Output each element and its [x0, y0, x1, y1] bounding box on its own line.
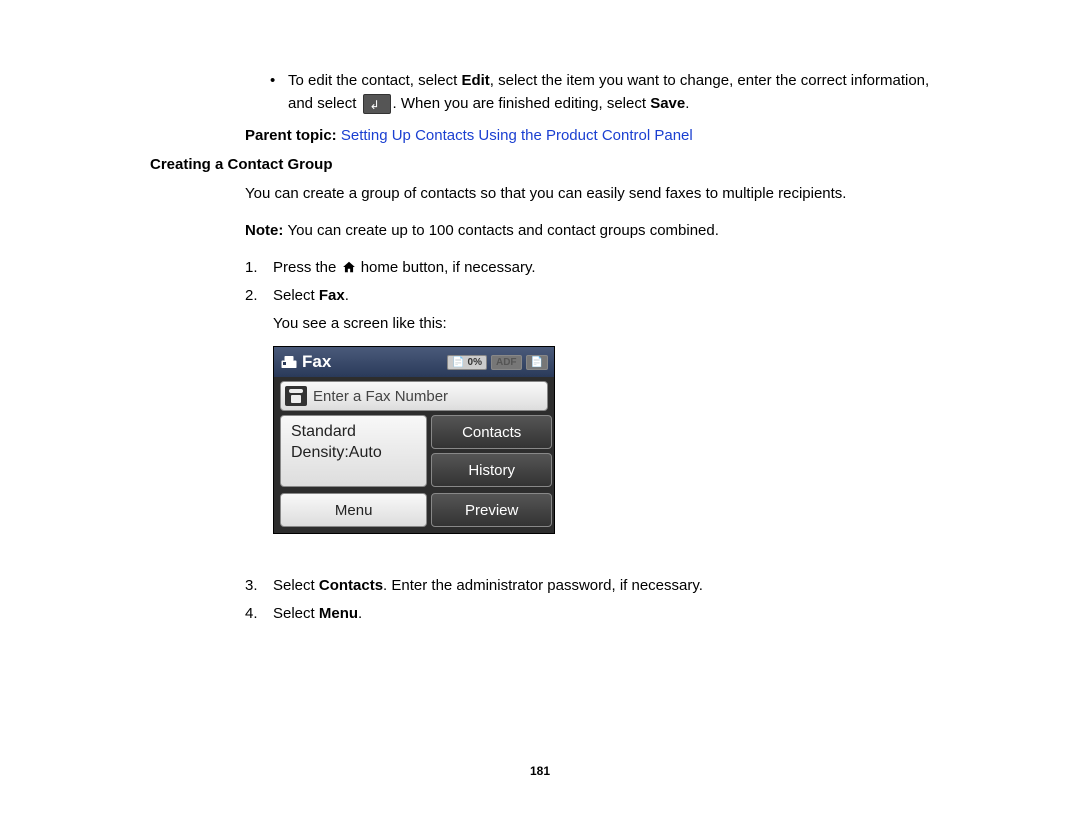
step1-before: Press the	[273, 259, 341, 276]
edit-label: Edit	[461, 72, 489, 89]
step4-before: Select	[273, 605, 319, 622]
page-number: 181	[0, 764, 1080, 778]
step3-after: . Enter the administrator password, if n…	[383, 577, 703, 594]
step-2: 2. Select Fax.	[245, 284, 930, 308]
settings-panel[interactable]: Standard Density:Auto	[280, 415, 427, 487]
settings-line2: Density:Auto	[291, 443, 382, 464]
status-badge: 📄 0%	[447, 355, 487, 370]
phone-icon	[285, 386, 307, 406]
settings-line1: Standard	[291, 422, 356, 443]
step-num: 4.	[245, 602, 258, 626]
extra-badge: 📄	[526, 355, 548, 370]
enter-icon: ↲	[363, 94, 391, 114]
step4-bold: Menu	[319, 605, 358, 622]
adf-badge: ADF	[491, 355, 522, 370]
history-button[interactable]: History	[431, 453, 552, 487]
note-text: You can create up to 100 contacts and co…	[288, 222, 719, 239]
contacts-button[interactable]: Contacts	[431, 415, 552, 449]
fax-number-placeholder: Enter a Fax Number	[313, 388, 448, 405]
parent-topic: Parent topic: Setting Up Contacts Using …	[245, 127, 930, 144]
step-num: 2.	[245, 284, 258, 308]
step4-after: .	[358, 605, 362, 622]
bullet-period: .	[685, 95, 689, 112]
fax-screen: Fax 📄 0% ADF 📄 Enter a Fax Number Standa…	[273, 346, 555, 534]
fax-title: Fax	[302, 352, 443, 372]
note-paragraph: Note: You can create up to 100 contacts …	[245, 220, 930, 243]
step3-before: Select	[273, 577, 319, 594]
step-3: 3. Select Contacts. Enter the administra…	[245, 574, 930, 598]
parent-topic-link[interactable]: Setting Up Contacts Using the Product Co…	[341, 127, 693, 144]
step2-bold: Fax	[319, 287, 345, 304]
save-label: Save	[650, 95, 685, 112]
bullet-edit-contact: To edit the contact, select Edit, select…	[270, 70, 930, 115]
note-label: Note:	[245, 222, 288, 239]
home-icon	[342, 258, 356, 272]
fax-header: Fax 📄 0% ADF 📄	[274, 347, 554, 377]
bullet-text: To edit the contact, select	[288, 72, 461, 89]
intro-paragraph: You can create a group of contacts so th…	[245, 183, 930, 206]
parent-topic-label: Parent topic:	[245, 127, 341, 144]
step2-after: .	[345, 287, 349, 304]
step-1: 1. Press the home button, if necessary.	[245, 256, 930, 280]
step2-before: Select	[273, 287, 319, 304]
fax-icon	[280, 354, 298, 370]
menu-button[interactable]: Menu	[280, 493, 427, 527]
preview-button[interactable]: Preview	[431, 493, 552, 527]
step3-bold: Contacts	[319, 577, 383, 594]
fax-number-input[interactable]: Enter a Fax Number	[280, 381, 548, 411]
step-4: 4. Select Menu.	[245, 602, 930, 626]
step2-sub: You see a screen like this:	[273, 312, 930, 336]
step1-after: home button, if necessary.	[357, 259, 536, 276]
step-num: 1.	[245, 256, 258, 280]
bullet-text3: . When you are finished editing, select	[393, 95, 651, 112]
step-num: 3.	[245, 574, 258, 598]
section-heading: Creating a Contact Group	[150, 156, 930, 173]
